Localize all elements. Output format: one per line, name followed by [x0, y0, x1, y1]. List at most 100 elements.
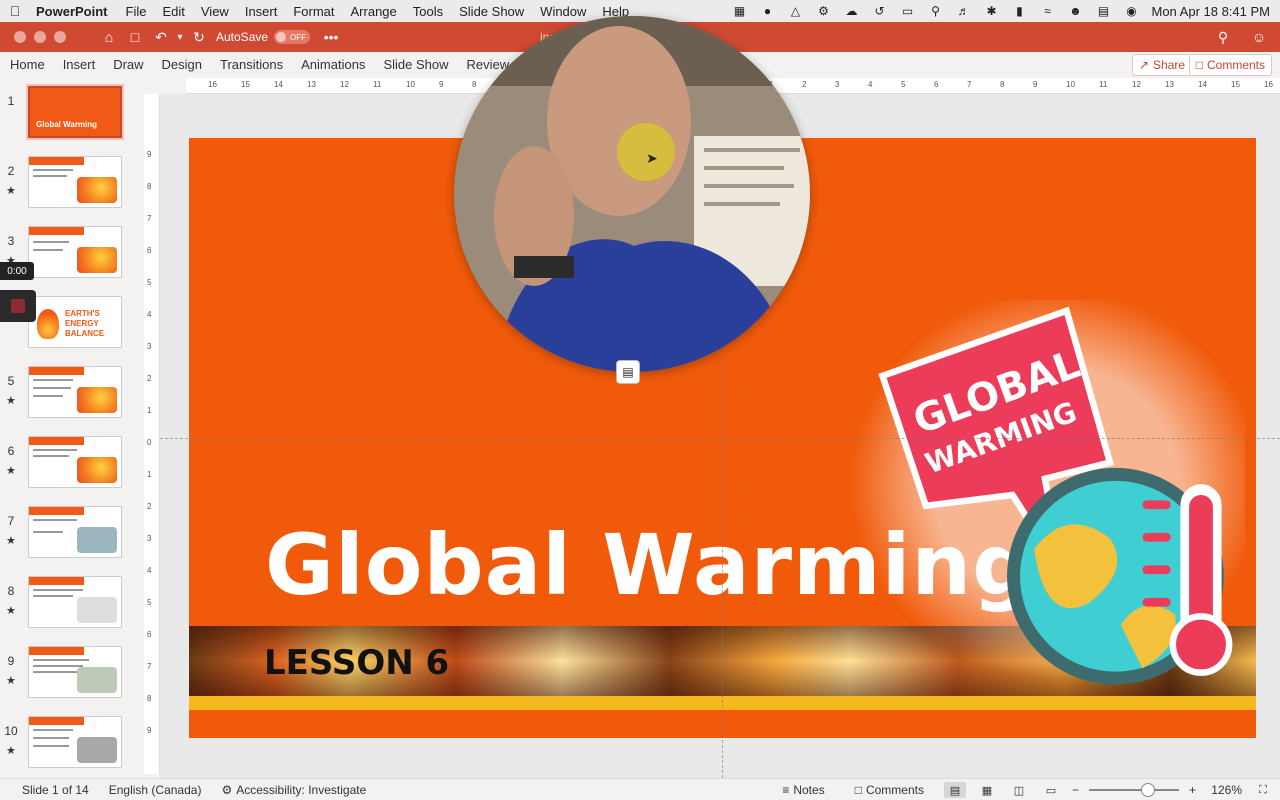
undo-icon[interactable]: ↶	[148, 26, 174, 48]
menu-edit[interactable]: Edit	[154, 4, 192, 19]
tab-design[interactable]: Design	[153, 57, 211, 72]
volume-icon[interactable]: ♬	[955, 4, 971, 18]
wacom-icon[interactable]: △	[787, 4, 803, 18]
ruler-tick-label: 9	[1033, 80, 1038, 89]
menu-format[interactable]: Format	[285, 4, 342, 19]
slide-sorter-view-button[interactable]: ▦	[976, 782, 998, 798]
menu-app-name[interactable]: PowerPoint	[30, 4, 118, 19]
menu-tools[interactable]: Tools	[405, 4, 451, 19]
camera-settings-button[interactable]: ▤	[616, 360, 640, 384]
tab-home[interactable]: Home	[0, 57, 54, 72]
comments-status-button[interactable]: □ Comments	[845, 783, 934, 797]
zoom-window-button[interactable]	[54, 31, 66, 43]
siri-icon[interactable]: ◉	[1123, 4, 1139, 18]
slide-thumbnail[interactable]	[28, 436, 122, 488]
grid-icon[interactable]: ▦	[731, 4, 747, 18]
slide-thumbnail[interactable]	[28, 366, 122, 418]
slide-thumbnail[interactable]: Global Warming	[26, 84, 124, 140]
notes-icon: ≡	[782, 783, 790, 797]
more-commands-icon[interactable]: •••	[318, 26, 344, 48]
ruler-tick-label: 13	[1165, 80, 1174, 89]
slide-thumbnail[interactable]	[28, 506, 122, 558]
slide-number: 8	[7, 584, 15, 598]
thumbnail-row[interactable]: 5 ★	[0, 364, 140, 420]
share-button[interactable]: ↗ Share	[1131, 54, 1192, 76]
webcam-overlay[interactable]	[454, 16, 810, 372]
zoom-level[interactable]: 126%	[1206, 783, 1242, 797]
battery-icon[interactable]: ▮	[1011, 4, 1027, 18]
normal-view-button[interactable]: ▤	[943, 782, 966, 798]
bluetooth-icon[interactable]: ✱	[983, 4, 999, 18]
ruler-tick-label: 15	[1231, 80, 1240, 89]
animation-star-icon: ★	[6, 465, 16, 477]
search-icon[interactable]: ⚲	[1210, 26, 1236, 48]
zoom-out-button[interactable]: −	[1072, 783, 1079, 797]
slide-thumbnail[interactable]	[28, 646, 122, 698]
thumbnail-row[interactable]: 8 ★	[0, 574, 140, 630]
account-icon[interactable]: ☺	[1246, 26, 1272, 48]
share-label: Share	[1152, 58, 1185, 72]
slide-thumbnail[interactable]	[28, 156, 122, 208]
ruler-tick-label: 10	[406, 80, 415, 89]
menu-file[interactable]: File	[118, 4, 155, 19]
slide-thumbnail[interactable]	[28, 576, 122, 628]
redo-icon[interactable]: ↻	[186, 26, 212, 48]
wifi-icon[interactable]: ≈	[1039, 4, 1055, 18]
display-icon[interactable]: ▭	[899, 4, 915, 18]
tab-draw[interactable]: Draw	[104, 57, 152, 72]
menubar-clock[interactable]: Mon Apr 18 8:41 PM	[1151, 4, 1270, 19]
notes-button[interactable]: ≡ Notes	[772, 783, 834, 797]
reading-view-button[interactable]: ◫	[1008, 782, 1030, 798]
tab-animations[interactable]: Animations	[292, 57, 374, 72]
comments-button[interactable]: □ Comments	[1188, 54, 1272, 76]
thumbnail-row[interactable]: 1 Global Warming	[0, 84, 140, 140]
save-icon[interactable]: □	[122, 26, 148, 48]
user-icon[interactable]: ☻	[1067, 4, 1083, 18]
autosave-toggle[interactable]: OFF	[274, 30, 311, 44]
menu-window[interactable]: Window	[532, 4, 594, 19]
menu-view[interactable]: View	[193, 4, 237, 19]
close-window-button[interactable]	[14, 31, 26, 43]
fit-to-window-button[interactable]: ⛶	[1252, 782, 1274, 798]
slide-thumbnail[interactable]	[28, 226, 122, 278]
thumbnail-row[interactable]: 10 ★	[0, 714, 140, 770]
thumbnail-row[interactable]: 2 ★	[0, 154, 140, 210]
control-center-icon[interactable]: ▤	[1095, 4, 1111, 18]
tab-insert[interactable]: Insert	[54, 57, 105, 72]
ruler-tick-label: 15	[241, 80, 250, 89]
comments-status-label: Comments	[865, 783, 924, 797]
zoom-slider-knob[interactable]	[1140, 783, 1155, 797]
animation-star-icon: ★	[6, 745, 16, 757]
language-indicator[interactable]: English (Canada)	[99, 783, 212, 797]
thumbnail-row[interactable]: 6 ★	[0, 434, 140, 490]
cloud-icon[interactable]: ☁	[843, 4, 859, 18]
thumbnail-row[interactable]: 9 ★	[0, 644, 140, 700]
apple-icon[interactable]: 	[0, 3, 30, 19]
search-icon[interactable]: ⚲	[927, 4, 943, 18]
zoom-in-button[interactable]: +	[1189, 783, 1196, 797]
tab-slide-show[interactable]: Slide Show	[374, 57, 457, 72]
zoom-slider[interactable]	[1088, 783, 1179, 797]
lesson-label[interactable]: LESSON 6	[264, 643, 449, 683]
drop-icon[interactable]: ●	[759, 4, 775, 18]
minimize-window-button[interactable]	[34, 31, 46, 43]
ruler-tick-label: 8	[147, 694, 152, 703]
gear-icon[interactable]: ⚙	[815, 4, 831, 18]
accessibility-button[interactable]: ⚙ Accessibility: Investigate	[211, 783, 376, 797]
menu-slide-show[interactable]: Slide Show	[451, 4, 532, 19]
slide-thumbnail[interactable]: EARTH'S ENERGY BALANCE	[28, 296, 122, 348]
home-icon[interactable]: ⌂	[96, 26, 122, 48]
stop-recording-button[interactable]	[0, 290, 36, 322]
ruler-tick-label: 8	[147, 182, 152, 191]
slide-number: 2	[7, 164, 15, 178]
slide-show-view-button[interactable]: ▭	[1040, 782, 1062, 798]
menu-arrange[interactable]: Arrange	[343, 4, 405, 19]
thumbnail-row[interactable]: 7 ★	[0, 504, 140, 560]
time-machine-icon[interactable]: ↺	[871, 4, 887, 18]
menu-insert[interactable]: Insert	[237, 4, 286, 19]
tab-transitions[interactable]: Transitions	[211, 57, 292, 72]
slide-thumbnail[interactable]	[28, 716, 122, 768]
global-warming-badge-image[interactable]: GLOBAL WARMING	[845, 300, 1245, 690]
undo-dropdown-icon[interactable]: ▾	[174, 26, 186, 48]
comment-icon: □	[854, 783, 862, 797]
